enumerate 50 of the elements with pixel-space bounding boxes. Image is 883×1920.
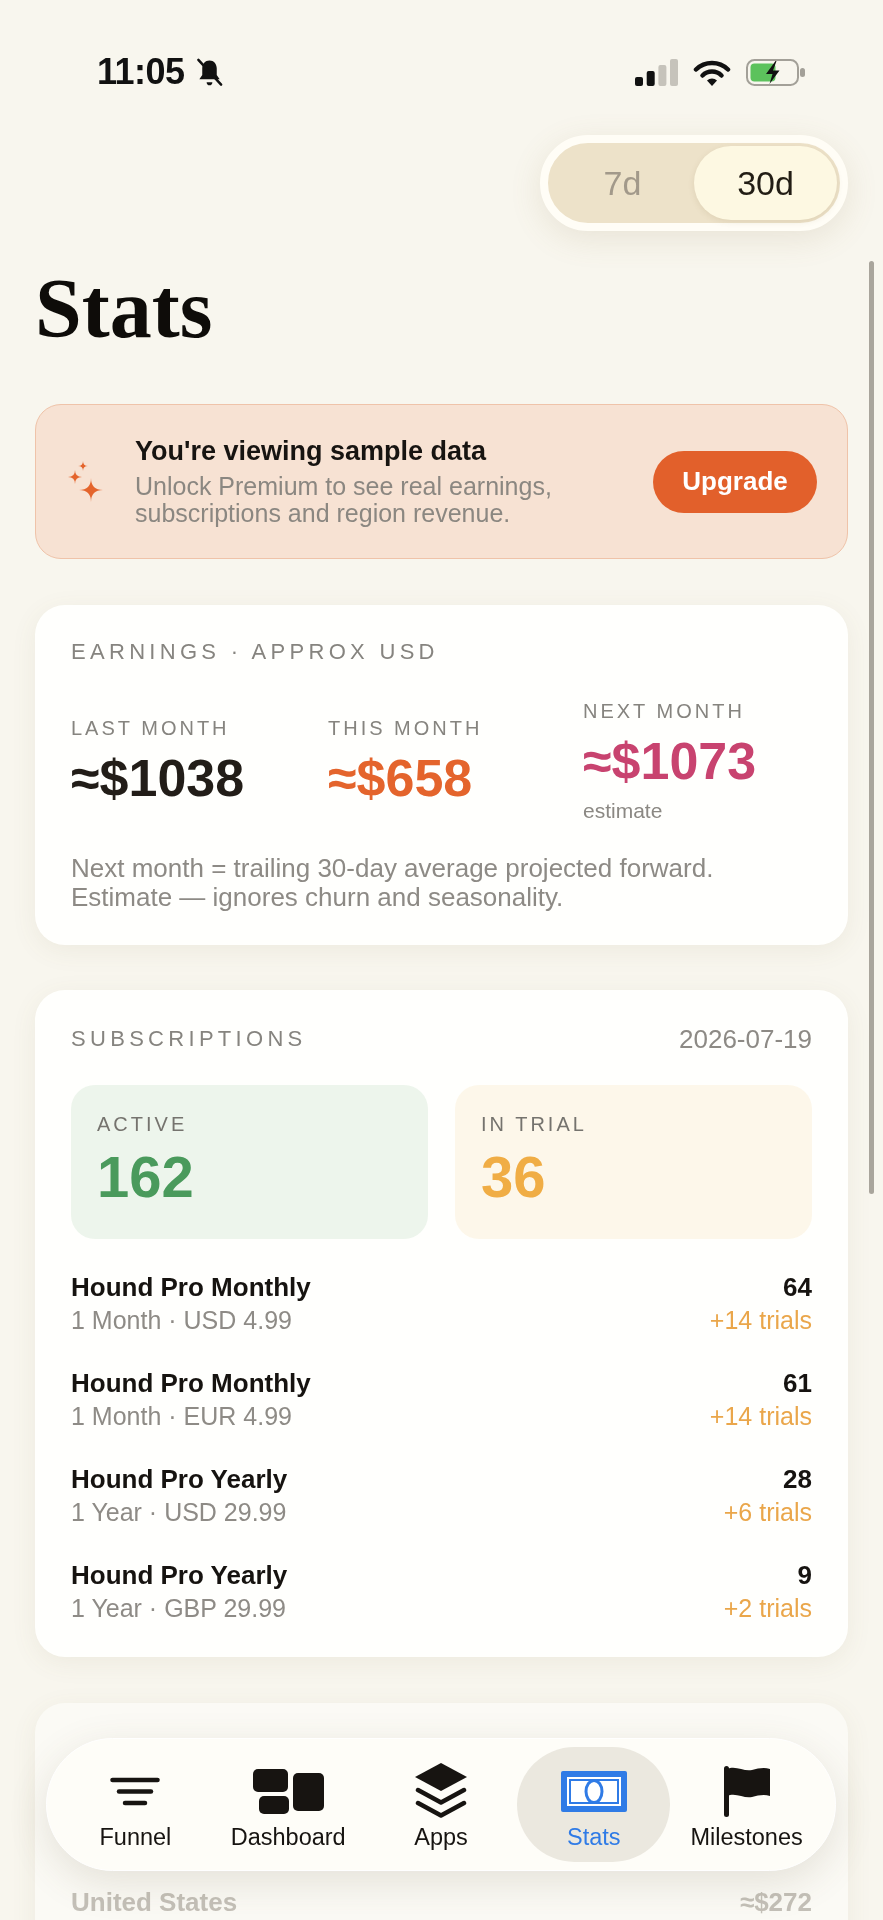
flag-icon bbox=[723, 1765, 770, 1817]
subscriber-count: 9 bbox=[797, 1558, 812, 1591]
tile-value: 162 bbox=[97, 1146, 194, 1208]
tab-item[interactable]: Funnel bbox=[59, 1747, 212, 1862]
subscriber-count: 64 bbox=[783, 1270, 812, 1303]
earnings-footnote: Next month = trailing 30-day average projected forward. Estimate — ignores churn and seasonality. bbox=[71, 853, 715, 912]
tab-item[interactable]: Dashboard bbox=[211, 1747, 365, 1862]
layout-tiles-icon bbox=[252, 1768, 324, 1814]
banner-message: Unlock Premium to see real earnings, subscriptions and region revenue. bbox=[135, 473, 553, 527]
trial-count: +2 trials bbox=[723, 1592, 812, 1623]
region-name: United States bbox=[71, 1886, 238, 1917]
metric-label: THIS MONTH bbox=[328, 716, 483, 741]
page-title: Stats bbox=[35, 266, 213, 351]
banner-title: You're viewing sample data bbox=[135, 436, 487, 466]
wifi-icon bbox=[693, 58, 731, 86]
tile-label: ACTIVE bbox=[97, 1112, 188, 1137]
trial-count: +14 trials bbox=[709, 1400, 812, 1431]
metric-label: NEXT MONTH bbox=[583, 699, 745, 724]
trial-count: +14 trials bbox=[709, 1304, 812, 1335]
status-time: 11:05 bbox=[97, 52, 185, 92]
product-detail: 1 Month · EUR 4.99 bbox=[71, 1400, 292, 1431]
layers-icon bbox=[415, 1763, 467, 1819]
metric-value: ≈$1073 bbox=[583, 732, 757, 790]
product-detail: 1 Month · USD 4.99 bbox=[71, 1304, 292, 1335]
product-detail: 1 Year · GBP 29.99 bbox=[71, 1592, 286, 1623]
subscriber-count: 28 bbox=[783, 1462, 812, 1495]
product-name: Hound Pro Monthly bbox=[71, 1366, 311, 1399]
tab-item[interactable]: Milestones bbox=[670, 1747, 823, 1862]
signal-icon bbox=[635, 58, 678, 86]
subscriber-count: 61 bbox=[783, 1366, 812, 1399]
product-name: Hound Pro Monthly bbox=[71, 1270, 311, 1303]
section-heading: EARNINGS · APPROX USD bbox=[71, 638, 439, 666]
banknote-icon bbox=[560, 1770, 627, 1812]
tab-item[interactable]: Apps bbox=[364, 1747, 518, 1862]
tile-value: 36 bbox=[481, 1146, 546, 1208]
tile-label: IN TRIAL bbox=[481, 1112, 587, 1137]
product-name: Hound Pro Yearly bbox=[71, 1558, 288, 1591]
filter-icon bbox=[110, 1776, 161, 1806]
metric-value: ≈$1038 bbox=[71, 749, 245, 807]
period-option[interactable]: 30d bbox=[694, 146, 837, 220]
region-revenue: ≈$272 bbox=[739, 1886, 812, 1917]
upgrade-button[interactable]: Upgrade bbox=[653, 450, 817, 513]
product-name: Hound Pro Yearly bbox=[71, 1462, 288, 1495]
metric-value: ≈$658 bbox=[328, 749, 473, 807]
metric-note: estimate bbox=[583, 798, 663, 824]
section-heading: SUBSCRIPTIONS bbox=[71, 1025, 307, 1053]
snapshot-date: 2026-07-19 bbox=[679, 1025, 812, 1053]
metric-label: LAST MONTH bbox=[71, 716, 230, 741]
trial-count: +6 trials bbox=[723, 1496, 812, 1527]
product-detail: 1 Year · USD 29.99 bbox=[71, 1496, 287, 1527]
